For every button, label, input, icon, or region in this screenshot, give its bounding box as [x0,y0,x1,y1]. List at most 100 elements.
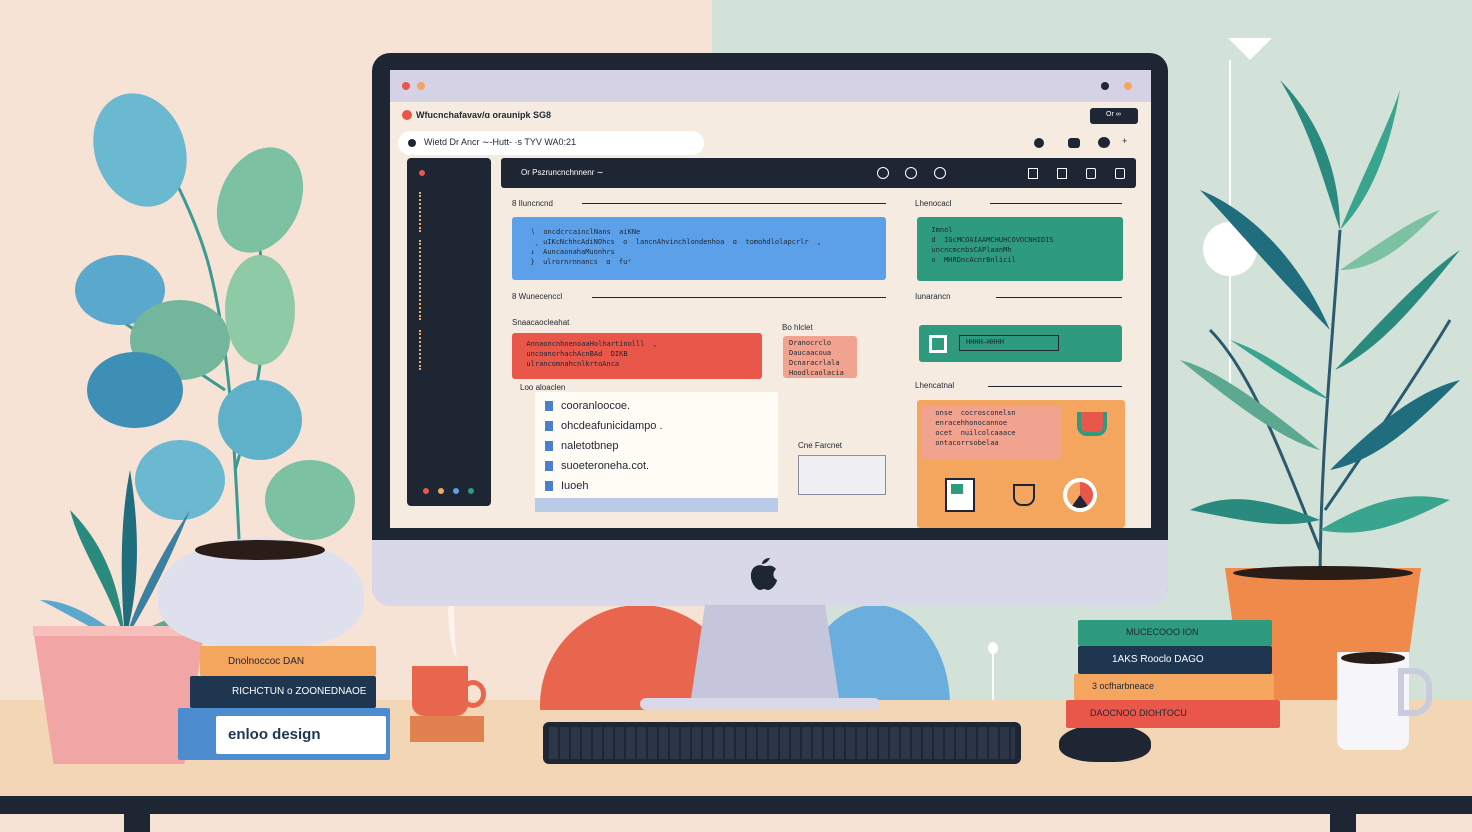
pie-icon[interactable] [1063,478,1097,512]
coffee-cup-handle [460,680,486,708]
apple-logo-icon [750,558,777,590]
form-box[interactable] [798,455,886,495]
code-line-1: ∖ oncdcrcainclNans aiKNe [522,228,641,236]
desk-edge [0,796,1472,814]
sidebar-tree-3[interactable] [419,330,461,370]
toolbar-icon-d[interactable] [1115,168,1125,179]
header-icon-1[interactable] [1034,138,1044,148]
green-input-card[interactable]: HHHH–HHHH [919,325,1122,362]
url-bar-icon [408,139,416,147]
file-item-1[interactable]: cooranloocoe. [545,396,663,416]
side-note-line-4: Hoodlcaolacia [789,369,844,377]
file-icon [545,421,553,431]
shield-icon[interactable] [1013,484,1035,506]
book-left-2: RICHCTUN o ZOONEDNAOE [190,676,376,708]
toolbar-circle-1-icon[interactable] [877,167,889,179]
file-name-5: Iuoeh [561,480,589,492]
toolbar-icon-c[interactable] [1086,168,1096,179]
header-icon-plus[interactable]: + [1122,136,1127,146]
sidebar-tree-2[interactable] [419,240,461,320]
toolbar-circle-3-icon[interactable] [934,167,946,179]
book-right-4-title: DAOCNOO DIOHTOCU [1090,708,1187,718]
green-input-field[interactable]: HHHH–HHHH [959,335,1059,351]
checkbox-icon[interactable] [929,335,947,353]
red-code-line-3: ulrancomnahcnlkrtoAnca [518,360,620,368]
file-item-5[interactable]: Iuoeh [545,476,663,496]
green-code-line-3: uncncmcnbsCAPlaanMh [923,246,1012,254]
file-item-3[interactable]: naletotbnep [545,436,663,456]
sidebar-dot [419,170,425,176]
divider-top-left [582,203,886,204]
keyboard-icon[interactable] [543,722,1021,764]
file-icon [545,481,553,491]
mouse-icon[interactable] [1059,724,1151,762]
url-bar[interactable]: Wietd Dr Ancr ∼-Hutt- ·s TYV WA0:21 [398,131,704,155]
green-code-line-4: o MHRDncAcnrBnlicil [923,256,1016,264]
header-button[interactable]: Or ∞ [1090,108,1138,124]
side-note-title: Bo hlclet [782,323,813,332]
window-icon[interactable] [945,478,975,512]
code-card-blue[interactable]: ∖ oncdcrcainclNans aiKNe ¸ uIKcNchhcAdiN… [512,217,886,280]
keyboard-keys [549,727,1015,759]
app-logo-icon [402,110,412,120]
file-name-1: cooranloocoe. [561,400,631,412]
code-line-4: } ulrornrnnancs ɑ fuˣ [522,258,632,266]
red-code-line-1: AnnaoncnhnenoaaHolhartinolll , [518,340,658,348]
window-minimize-button[interactable] [417,82,425,90]
code-card-red[interactable]: AnnaoncnhnenoaaHolhartinolll , uncoanorh… [512,333,762,379]
toolbar: Or Pszruncnchnnenr ∼ [501,158,1136,188]
screen: Wfucnchafavav/ɑ oraunipk SG8 Or ∞ Wietd … [390,70,1151,528]
orange-card[interactable]: onse cocrosconelsn enracehhonocannoe oce… [917,400,1125,528]
book-left-1: Dnolnoccoc DAN [200,646,376,676]
book-right-2-title: 1AKS Rooclo DAGO [1112,654,1204,665]
toolbar-path[interactable]: Or Pszruncnchnnenr ∼ [521,168,603,177]
header-icon-2[interactable] [1068,138,1080,148]
file-item-4[interactable]: suoeteroneha.cot. [545,456,663,476]
toolbar-icon-a[interactable] [1028,168,1038,179]
section-mid-left-title: 8 Wunecenccl [512,292,563,301]
section-mid-left-subtitle: Snaacaocleahat [512,318,570,327]
header-icon-3[interactable] [1098,137,1110,148]
monitor-stand [690,605,840,705]
sidebar-status-red [423,488,429,494]
file-item-2[interactable]: ohcdeafunicidampo . [545,416,663,436]
code-line-2: ¸ uIKcNchhcAdiNOhcs o lancnAhvinchlonden… [522,238,822,246]
white-pot-soil [195,540,325,560]
desk-lamp-pole [992,650,994,700]
side-note-card[interactable]: Dranocrclo Daucaacoua Dcnaracrlala Hoodl… [783,336,857,378]
window-dot-orange[interactable] [1124,82,1132,90]
code-card-green[interactable]: Imnol d IGcMCOAIAAMCHUHCOVOCNHIDIS uncnc… [917,217,1123,281]
divider-mid-right [996,297,1122,298]
right-pot-soil [1233,566,1413,580]
file-list-scrollbar[interactable] [535,498,778,512]
side-note-line-2: Daucaacoua [789,349,832,357]
orange-card-code: onse cocrosconelsn enracehhonocannoe oce… [921,406,1061,460]
file-icon [545,441,553,451]
toolbar-circle-2-icon[interactable] [905,167,917,179]
floor [0,814,1472,832]
orange-code-line-3: ocet nuilcolcaaace [927,429,1016,437]
file-name-4: suoeteroneha.cot. [561,460,650,472]
red-code-line-2: uncoanorhachAcnBAd DIKB [518,350,628,358]
toolbar-icon-b[interactable] [1057,168,1067,179]
green-code-line-2: d IGcMCOAIAAMCHUHCOVOCNHIDIS [923,236,1054,244]
desk-lamp-head [988,642,998,654]
side-note-line-3: Dcnaracrlala [789,359,840,367]
mug-coffee [1341,652,1405,664]
window-close-button[interactable] [402,82,410,90]
file-list-panel: cooranloocoe. ohcdeafunicidampo . naleto… [535,392,778,512]
book-right-3: 3 ocfharbneace [1074,674,1274,700]
book-right-2: 1AKS Rooclo DAGO [1078,646,1272,674]
sidebar-status-orange [438,488,444,494]
sidebar-tree-1[interactable] [419,192,461,232]
coffee-cup-saucer [410,716,484,742]
window-dot-dark[interactable] [1101,82,1109,90]
green-input-value: HHHH–HHHH [966,338,1004,346]
section-mid-right-title: Iunarancn [915,292,951,301]
monitor-stand-base [640,698,880,710]
form-title: Cne Farcnet [798,441,843,450]
book-right-3-title: 3 ocfharbneace [1092,681,1155,691]
header-button-label: Or ∞ [1106,111,1121,118]
file-icon [545,401,553,411]
file-list: cooranloocoe. ohcdeafunicidampo . naleto… [545,396,663,496]
